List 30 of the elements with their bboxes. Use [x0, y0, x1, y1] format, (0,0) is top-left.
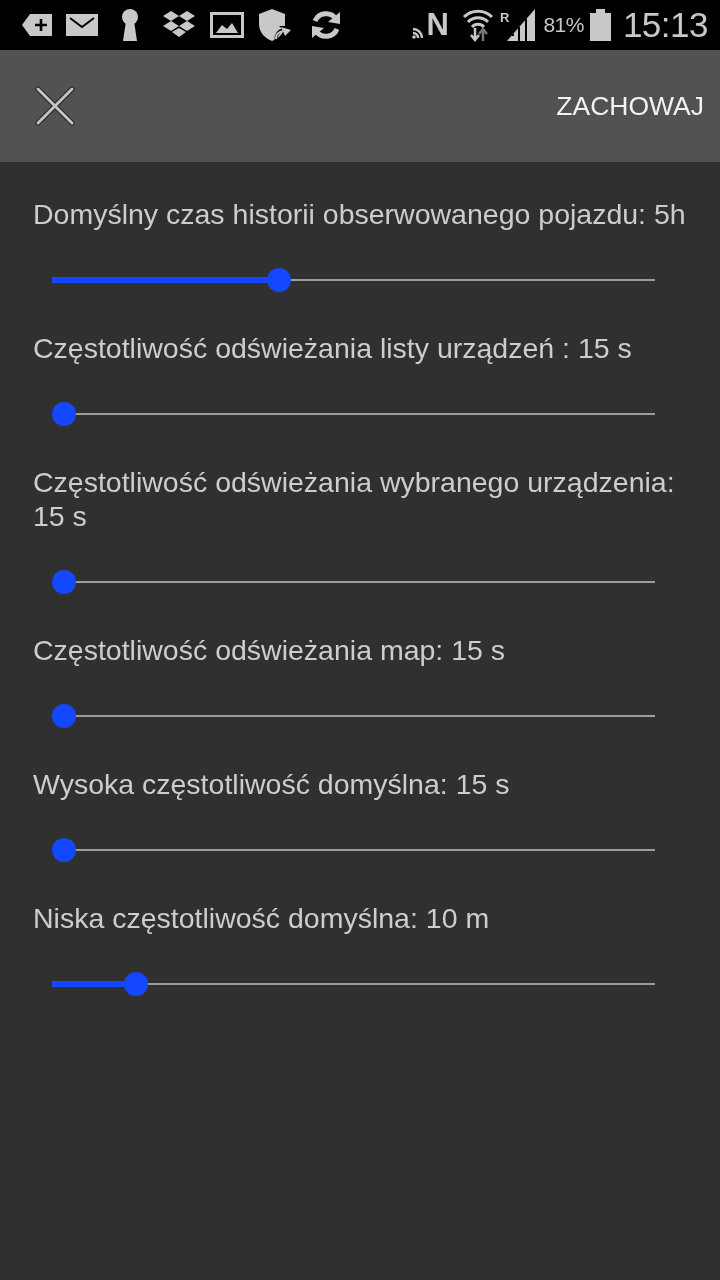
close-button[interactable] [34, 85, 76, 127]
wifi-icon [462, 8, 494, 42]
slider-thumb[interactable] [52, 570, 76, 594]
tag-plus-icon [22, 14, 52, 36]
battery-percent: 81% [543, 13, 584, 37]
setting-label: Wysoka częstotliwość domyślna: 15 s [33, 767, 511, 801]
keyhole-icon [120, 9, 140, 41]
setting-label: Częstotliwość odświeżania listy urządzeń : 15 s [33, 331, 633, 365]
slider-thumb[interactable] [52, 838, 76, 862]
nfc-label: N [426, 10, 448, 40]
slider-thumb[interactable] [124, 972, 149, 996]
sync-icon [310, 9, 342, 41]
setting-label: Częstotliwość odświeżania map: 15 s [33, 633, 507, 667]
close-icon [35, 86, 75, 126]
slider-thumb[interactable] [52, 704, 76, 728]
clock-time: 15:13 [622, 5, 708, 45]
mail-icon [66, 14, 98, 36]
image-icon [210, 12, 244, 38]
signal-bars-icon [507, 9, 536, 41]
slider-thumb[interactable] [267, 268, 292, 292]
setting-label: Częstotliwość odświeżania wybranego urządzenia: 15 s [33, 465, 676, 533]
save-button[interactable]: ZACHOWAJ [554, 86, 706, 126]
battery-icon [589, 9, 611, 41]
setting-label: Niska częstotliwość domyślna: 10 m [33, 901, 491, 935]
shield-arrow-icon [258, 8, 292, 42]
box-stack-icon [162, 10, 196, 40]
setting-label: Domyślny czas historii obserwowanego pojazdu: 5h [33, 197, 687, 231]
slider-thumb[interactable] [52, 402, 76, 426]
roaming-label: R [500, 11, 510, 25]
wave-arcs-icon [411, 25, 426, 39]
